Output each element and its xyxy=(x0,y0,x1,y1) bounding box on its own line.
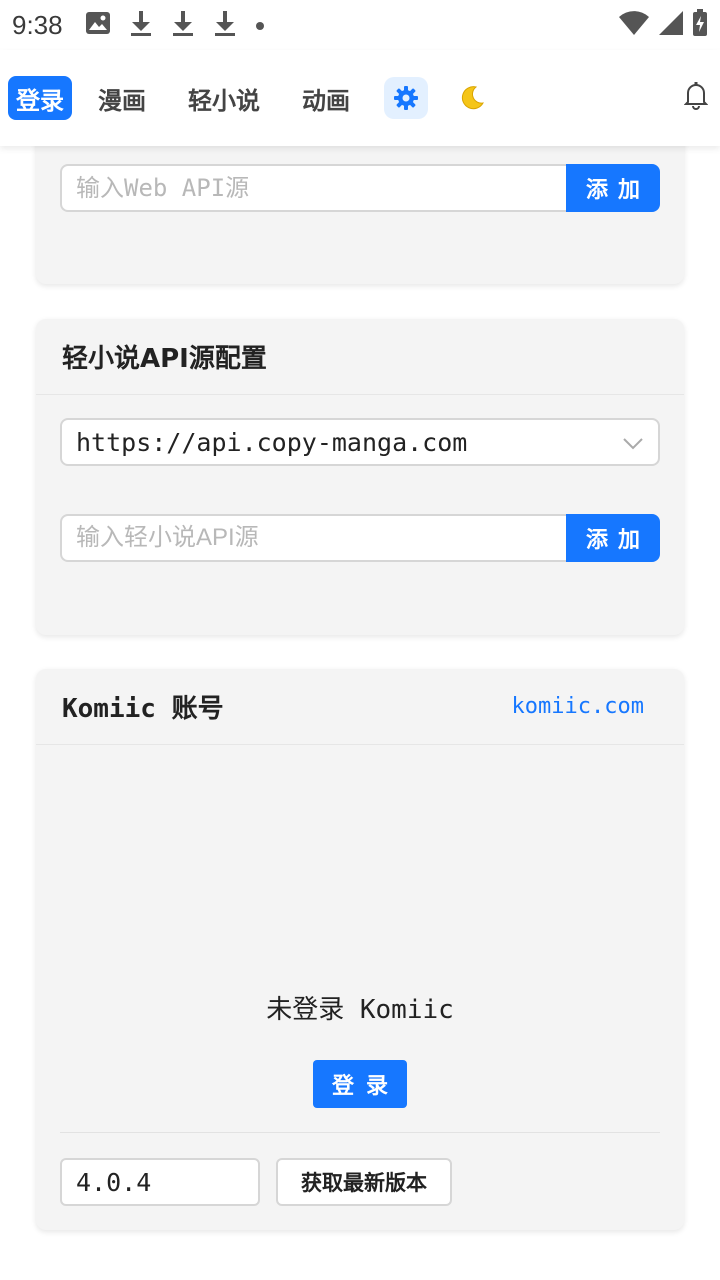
card-title: 轻小说API源配置 xyxy=(62,344,267,374)
wifi-icon xyxy=(618,10,650,40)
web-api-input[interactable] xyxy=(60,164,566,212)
selected-source: https://api.copy-manga.com xyxy=(76,427,468,457)
top-nav: 登录 漫画 轻小说 动画 xyxy=(0,50,720,146)
divider xyxy=(60,1132,660,1133)
download-icon xyxy=(213,9,237,41)
signal-icon xyxy=(658,10,684,40)
moon-icon[interactable] xyxy=(450,77,494,119)
novel-api-input-row: 添加 xyxy=(60,514,660,562)
battery-icon xyxy=(692,9,708,41)
web-api-input-row: 添加 xyxy=(60,164,660,212)
komiic-card-header: Komiic 账号 komiic.com xyxy=(36,669,684,745)
add-novel-api-button[interactable]: 添加 xyxy=(566,514,660,562)
version-field[interactable]: 4.0.4 xyxy=(60,1158,260,1206)
tab-manga[interactable]: 漫画 xyxy=(90,76,154,120)
novel-api-card-header: 轻小说API源配置 xyxy=(36,319,684,395)
novel-api-input[interactable] xyxy=(60,514,566,562)
novel-api-source-select[interactable]: https://api.copy-manga.com xyxy=(60,418,660,466)
fetch-latest-version-button[interactable]: 获取最新版本 xyxy=(276,1158,452,1206)
chevron-down-icon xyxy=(622,428,644,457)
tab-light-novel[interactable]: 轻小说 xyxy=(180,76,268,120)
download-icon xyxy=(129,9,153,41)
gear-icon[interactable] xyxy=(384,77,428,119)
login-status-text: 未登录 Komiic xyxy=(266,995,454,1025)
komiic-login-button[interactable]: 登录 xyxy=(313,1060,407,1108)
tab-anime[interactable]: 动画 xyxy=(294,76,358,120)
download-icon xyxy=(171,9,195,41)
tab-login[interactable]: 登录 xyxy=(8,76,72,120)
card-title: Komiic 账号 xyxy=(62,694,224,724)
status-time: 9:38 xyxy=(12,9,63,40)
bell-icon[interactable] xyxy=(683,80,709,114)
image-icon xyxy=(85,11,111,39)
novel-api-card: 轻小说API源配置 https://api.copy-manga.com 添加 xyxy=(36,319,684,635)
add-web-api-button[interactable]: 添加 xyxy=(566,164,660,212)
komiic-account-card: Komiic 账号 komiic.com 未登录 Komiic 登录 4.0.4… xyxy=(36,669,684,1230)
komiic-link[interactable]: komiic.com xyxy=(512,694,658,719)
dot-icon xyxy=(255,16,265,35)
status-bar: 9:38 xyxy=(0,0,720,50)
